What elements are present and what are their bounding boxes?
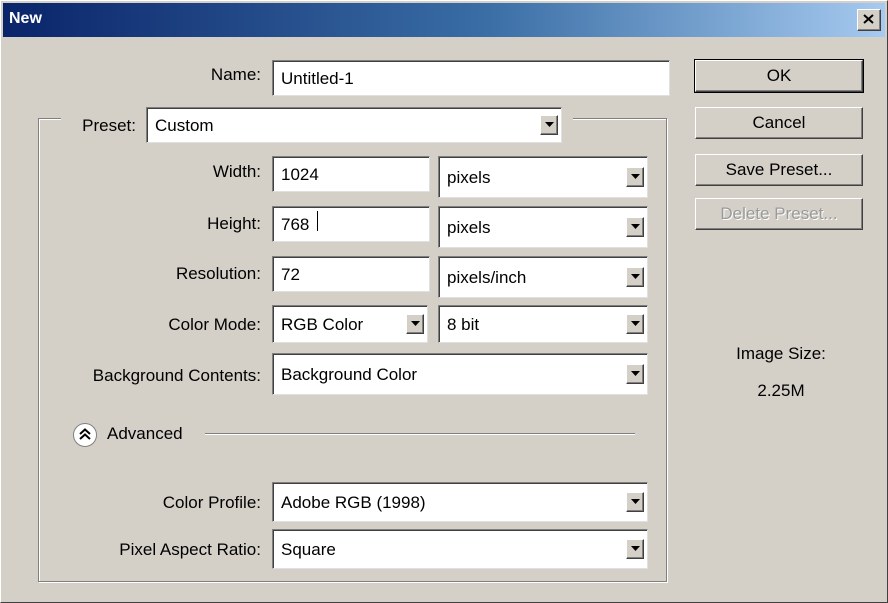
preset-select[interactable]: Custom <box>146 107 562 143</box>
name-label: Name: <box>210 65 261 84</box>
width-value: 1024 <box>281 165 319 184</box>
color-mode-label: Color Mode: <box>168 315 261 334</box>
bit-depth-dropdown-button[interactable] <box>626 314 644 334</box>
ok-button[interactable]: OK <box>694 59 864 93</box>
color-profile-label: Color Profile: <box>162 493 261 512</box>
pixel-aspect-ratio-value: Square <box>281 540 336 559</box>
width-unit-dropdown-button[interactable] <box>626 167 644 187</box>
chevron-down-icon <box>411 321 420 326</box>
resolution-unit-dropdown-button[interactable] <box>626 267 644 287</box>
height-input[interactable]: 768 <box>272 206 430 242</box>
width-input[interactable]: 1024 <box>272 156 430 192</box>
image-size-value: 2.25M <box>757 381 805 400</box>
delete-preset-button[interactable]: Delete Preset... <box>695 198 863 230</box>
preset-label: Preset: <box>82 116 136 135</box>
color-mode-dropdown-button[interactable] <box>406 314 424 334</box>
width-label: Width: <box>212 162 261 181</box>
close-icon <box>863 14 874 24</box>
chevron-down-icon <box>631 224 640 229</box>
chevron-down-icon <box>545 122 554 127</box>
cancel-button[interactable]: Cancel <box>695 107 863 139</box>
save-preset-button[interactable]: Save Preset... <box>695 154 863 186</box>
name-input[interactable]: Untitled-1 <box>272 60 670 96</box>
name-value: Untitled-1 <box>281 69 354 88</box>
height-label: Height: <box>207 214 261 233</box>
height-unit-dropdown-button[interactable] <box>626 217 644 237</box>
color-profile-select[interactable]: Adobe RGB (1998) <box>272 482 648 522</box>
color-profile-dropdown-button[interactable] <box>626 492 644 512</box>
close-button[interactable] <box>857 9 881 31</box>
height-value: 768 <box>281 215 310 234</box>
title-bar[interactable]: New <box>3 3 885 37</box>
chevron-down-icon <box>631 499 640 504</box>
advanced-toggle-button[interactable] <box>73 423 97 447</box>
dialog-title: New <box>9 10 42 27</box>
width-unit-value: pixels <box>447 168 491 187</box>
advanced-label[interactable]: Advanced <box>107 424 183 444</box>
chevron-down-icon <box>631 371 640 376</box>
bit-depth-value: 8 bit <box>447 315 480 334</box>
chevron-down-icon <box>631 546 640 551</box>
resolution-unit-value: pixels/inch <box>447 268 527 287</box>
width-unit-select[interactable]: pixels <box>438 156 648 198</box>
chevron-down-icon <box>631 321 640 326</box>
pixel-aspect-ratio-select[interactable]: Square <box>272 529 648 569</box>
preset-value: Custom <box>155 116 214 135</box>
background-contents-label: Background Contents: <box>92 366 261 385</box>
new-document-dialog: New Name: Untitled-1 Preset: Custom Widt… <box>0 0 888 603</box>
resolution-value: 72 <box>281 265 300 284</box>
double-chevron-up-icon <box>79 428 91 440</box>
pixel-aspect-ratio-label: Pixel Aspect Ratio: <box>119 540 261 559</box>
height-unit-select[interactable]: pixels <box>438 206 648 248</box>
background-contents-value: Background Color <box>281 365 418 384</box>
resolution-input[interactable]: 72 <box>272 256 430 292</box>
resolution-unit-select[interactable]: pixels/inch <box>438 256 648 298</box>
resolution-label: Resolution: <box>175 264 261 283</box>
preset-dropdown-button[interactable] <box>540 115 558 135</box>
color-profile-value: Adobe RGB (1998) <box>281 493 426 512</box>
chevron-down-icon <box>631 274 640 279</box>
background-contents-select[interactable]: Background Color <box>272 353 648 395</box>
pixel-aspect-ratio-dropdown-button[interactable] <box>626 539 644 559</box>
image-size-label: Image Size: <box>736 344 826 363</box>
bit-depth-select[interactable]: 8 bit <box>438 305 648 343</box>
background-contents-dropdown-button[interactable] <box>626 364 644 384</box>
color-mode-value: RGB Color <box>281 315 364 334</box>
height-unit-value: pixels <box>447 218 491 237</box>
advanced-divider <box>205 433 635 434</box>
chevron-down-icon <box>631 174 640 179</box>
color-mode-select[interactable]: RGB Color <box>272 305 428 343</box>
text-caret <box>317 211 318 231</box>
